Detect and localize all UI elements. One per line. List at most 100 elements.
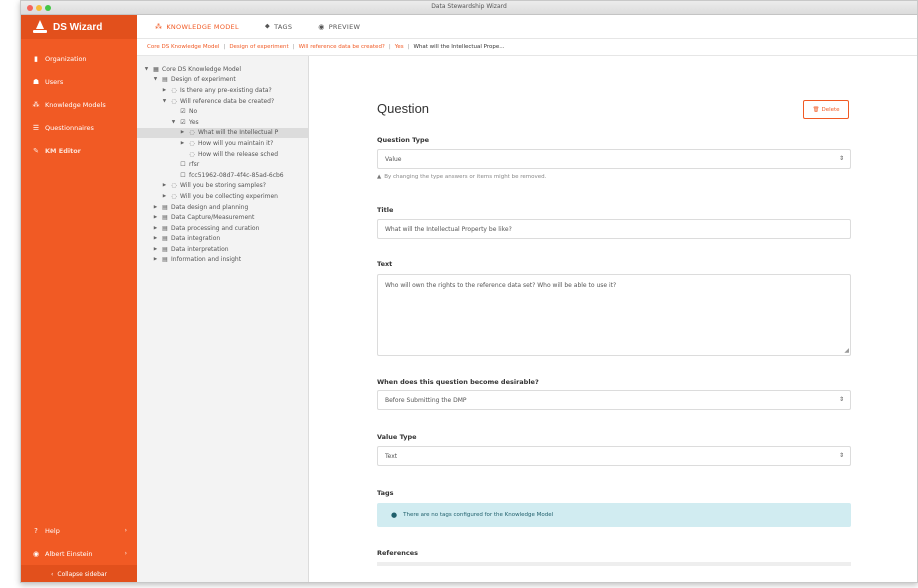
chapter-icon: ▤ [162, 76, 168, 84]
user-icon: ◉ [32, 549, 40, 558]
caret-down-icon[interactable]: ▼ [152, 77, 159, 82]
chapter-icon: ▤ [162, 203, 168, 211]
title-value: What will the Intellectual Property be l… [385, 225, 512, 233]
tree-node-chapter[interactable]: ▶ ▤ Data design and planning [137, 202, 308, 213]
tree-node-question[interactable]: ▶ ◌ Will you be storing samples? [137, 181, 308, 192]
tree-node-chapter[interactable]: ▼ ▤ Design of experiment [137, 75, 308, 86]
sidebar-item-organization[interactable]: ▮ Organization [21, 47, 137, 70]
tree-node-chapter[interactable]: ▶ ▤ Data interpretation [137, 244, 308, 255]
tree-node-answer[interactable]: ▼ ☑ Yes [137, 117, 308, 128]
tree-node-question[interactable]: ▶ ◌ Is there any pre-existing data? [137, 85, 308, 96]
desirable-value: Before Submitting the DMP [385, 396, 467, 404]
desirable-select[interactable]: Before Submitting the DMP ⇕ [377, 390, 851, 410]
caret-right-icon[interactable]: ▶ [152, 215, 159, 220]
caret-right-icon[interactable]: ▶ [152, 226, 159, 231]
question-editor: Question 🗑 Delete Question Type Value ⇕ … [309, 56, 917, 582]
breadcrumb: Core DS Knowledge Model | Design of expe… [137, 39, 917, 56]
user-menu[interactable]: ◉ Albert Einstein › [21, 542, 137, 565]
text-value: Who will own the rights to the reference… [385, 282, 617, 289]
tree-node-chapter[interactable]: ▶ ▤ Data processing and curation [137, 223, 308, 234]
tree-node-chapter[interactable]: ▶ ▤ Information and insight [137, 255, 308, 266]
user-name: Albert Einstein [45, 549, 93, 558]
caret-down-icon[interactable]: ▼ [161, 99, 168, 104]
window-title: Data Stewardship Wizard [431, 3, 507, 10]
question-type-select[interactable]: Value ⇕ [377, 149, 851, 169]
tree-node-label: Yes [189, 118, 199, 126]
wizard-logo-icon [33, 20, 47, 34]
tree-node-chapter[interactable]: ▶ ▤ Data integration [137, 234, 308, 245]
breadcrumb-current: What will the Intellectual Prope... [413, 44, 505, 50]
breadcrumb-item[interactable]: Yes [395, 44, 404, 50]
caret-down-icon[interactable]: ▼ [170, 120, 177, 125]
sitemap-icon: ⁂ [155, 22, 163, 31]
info-icon: ● [391, 511, 398, 519]
tag-icon: ⬥ [264, 22, 271, 30]
collapse-label: Collapse sidebar [57, 571, 108, 578]
tab-knowledge-model[interactable]: ⁂ KNOWLEDGE MODEL [155, 23, 239, 31]
tab-label: PREVIEW [328, 22, 361, 31]
sidebar-item-questionnaires[interactable]: ☰ Questionnaires [21, 116, 137, 139]
references-list [377, 562, 851, 566]
caret-right-icon[interactable]: ▶ [152, 205, 159, 210]
tree-node-label: Design of experiment [171, 76, 236, 84]
breadcrumb-item[interactable]: Will reference data be created? [299, 44, 385, 50]
tree-node-question[interactable]: ▶ ◌ Will you be collecting experimen [137, 191, 308, 202]
tree-node-question[interactable]: ▼ ◌ Will reference data be created? [137, 96, 308, 107]
help-menu[interactable]: ? Help › [21, 519, 137, 542]
caret-right-icon[interactable]: ▶ [152, 257, 159, 262]
tree-node-label: No [189, 108, 198, 116]
caret-right-icon[interactable]: ▶ [161, 183, 168, 188]
caret-right-icon[interactable]: ▶ [152, 236, 159, 241]
tree-node-label: Information and insight [171, 256, 242, 264]
breadcrumb-item[interactable]: Design of experiment [229, 44, 288, 50]
caret-right-icon[interactable]: ▶ [161, 194, 168, 199]
editor-tabs: ⁂ KNOWLEDGE MODEL ⬥ TAGS ◉ PREVIEW [137, 15, 917, 39]
select-caret-icon: ⇕ [838, 396, 844, 403]
value-type-select[interactable]: Text ⇕ [377, 446, 851, 466]
caret-right-icon[interactable]: ▶ [161, 88, 168, 93]
sidebar-item-knowledge-models[interactable]: ⁂ Knowledge Models [21, 93, 137, 116]
tree-node-item[interactable]: ☐ rfsr [137, 159, 308, 170]
caret-right-icon[interactable]: ▶ [179, 141, 186, 146]
no-tags-alert: ● There are no tags configured for the K… [377, 503, 851, 527]
sitemap-icon: ⁂ [32, 100, 40, 109]
sidebar-bottom: ? Help › ◉ Albert Einstein › ‹ Collapse … [21, 519, 137, 582]
collapse-sidebar-button[interactable]: ‹ Collapse sidebar [21, 565, 137, 582]
sidebar-item-km-editor[interactable]: ✎ KM Editor [21, 139, 137, 162]
app-window: Data Stewardship Wizard DS Wizard ▮ Orga… [20, 0, 918, 583]
building-icon: ▮ [34, 54, 38, 63]
breadcrumb-item[interactable]: Core DS Knowledge Model [147, 44, 219, 50]
tree-node-label: Will you be collecting experimen [180, 192, 278, 200]
brand[interactable]: DS Wizard [21, 15, 137, 39]
value-type-label: Value Type [377, 433, 417, 441]
question-type-value: Value [385, 155, 402, 163]
title-input[interactable]: What will the Intellectual Property be l… [377, 219, 851, 239]
tab-preview[interactable]: ◉ PREVIEW [318, 23, 360, 31]
value-type-value: Text [385, 452, 398, 460]
sidebar-item-users[interactable]: ☗ Users [21, 70, 137, 93]
tree-node-question-selected[interactable]: ▶ ◌ What will the Intellectual P [137, 127, 308, 139]
chevron-right-icon: › [124, 550, 127, 557]
chapter-icon: ▤ [162, 256, 168, 264]
delete-button[interactable]: 🗑 Delete [803, 100, 849, 119]
sidebar-item-label: Users [45, 77, 64, 86]
resize-grip-icon[interactable]: ◢ [844, 347, 849, 354]
breadcrumb-separator: | [292, 44, 295, 50]
tab-label: KNOWLEDGE MODEL [166, 22, 239, 31]
breadcrumb-separator: | [223, 44, 226, 50]
tree-node-chapter[interactable]: ▶ ▤ Data Capture/Measurement [137, 212, 308, 223]
tree-node-question[interactable]: ▶ ◌ How will you maintain it? [137, 138, 308, 149]
brand-name: DS Wizard [53, 21, 103, 33]
tree-node-item[interactable]: ☐ fcc51962-08d7-4f4c-85ad-6cb6 [137, 170, 308, 181]
tree-node-km[interactable]: ▼ ▦ Core DS Knowledge Model [137, 64, 308, 75]
tree-node-question[interactable]: ◌ How will the release sched [137, 149, 308, 160]
tab-tags[interactable]: ⬥ TAGS [265, 22, 292, 31]
tree-node-label: Data interpretation [171, 245, 229, 253]
tree-node-answer[interactable]: ☑ No [137, 106, 308, 117]
text-textarea[interactable]: Who will own the rights to the reference… [377, 274, 851, 356]
question-icon: ◌ [171, 86, 177, 94]
caret-right-icon[interactable]: ▶ [152, 247, 159, 252]
caret-down-icon[interactable]: ▼ [143, 67, 150, 72]
question-icon: ◌ [171, 97, 177, 105]
caret-right-icon[interactable]: ▶ [179, 130, 186, 135]
